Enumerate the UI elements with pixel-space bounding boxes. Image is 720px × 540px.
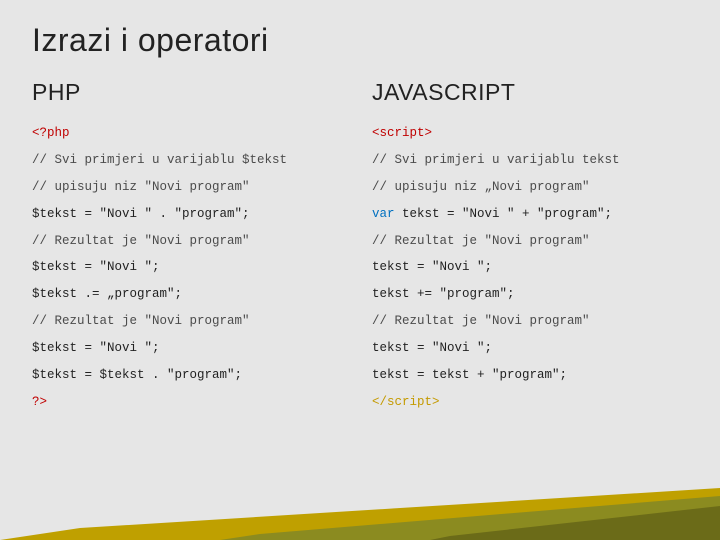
- code-line: // upisuju niz „Novi program": [372, 174, 688, 201]
- code-line: $tekst = "Novi " . "program";: [32, 201, 348, 228]
- code-line: <script>: [372, 120, 688, 147]
- code-line: </script>: [372, 389, 688, 416]
- code-line: var tekst = "Novi " + "program";: [372, 201, 688, 228]
- code-line: ?>: [32, 389, 348, 416]
- code-line: // Svi primjeri u varijablu $tekst: [32, 147, 348, 174]
- columns: PHP <?php// Svi primjeri u varijablu $te…: [32, 79, 688, 416]
- code-line: // Rezultat je "Novi program": [372, 308, 688, 335]
- code-line: $tekst = "Novi ";: [32, 335, 348, 362]
- code-block-js: <script>// Svi primjeri u varijablu teks…: [372, 120, 688, 416]
- column-js: JAVASCRIPT <script>// Svi primjeri u var…: [372, 79, 688, 416]
- slide: Izrazi i operatori PHP <?php// Svi primj…: [0, 0, 720, 540]
- code-line: $tekst = "Novi ";: [32, 254, 348, 281]
- code-line: $tekst .= „program";: [32, 281, 348, 308]
- code-line: tekst = tekst + "program";: [372, 362, 688, 389]
- code-line: // Rezultat je "Novi program": [32, 228, 348, 255]
- code-line: tekst += "program";: [372, 281, 688, 308]
- code-line: tekst = "Novi ";: [372, 335, 688, 362]
- column-php: PHP <?php// Svi primjeri u varijablu $te…: [32, 79, 348, 416]
- code-block-php: <?php// Svi primjeri u varijablu $tekst/…: [32, 120, 348, 416]
- code-line: <?php: [32, 120, 348, 147]
- code-line: // Rezultat je "Novi program": [372, 228, 688, 255]
- code-line: // Rezultat je "Novi program": [32, 308, 348, 335]
- corner-accent-icon: [0, 488, 720, 540]
- column-heading-php: PHP: [32, 79, 348, 106]
- slide-title: Izrazi i operatori: [32, 22, 688, 59]
- column-heading-js: JAVASCRIPT: [372, 79, 688, 106]
- code-line: // upisuju niz "Novi program": [32, 174, 348, 201]
- code-line: $tekst = $tekst . "program";: [32, 362, 348, 389]
- code-line: // Svi primjeri u varijablu tekst: [372, 147, 688, 174]
- code-line: tekst = "Novi ";: [372, 254, 688, 281]
